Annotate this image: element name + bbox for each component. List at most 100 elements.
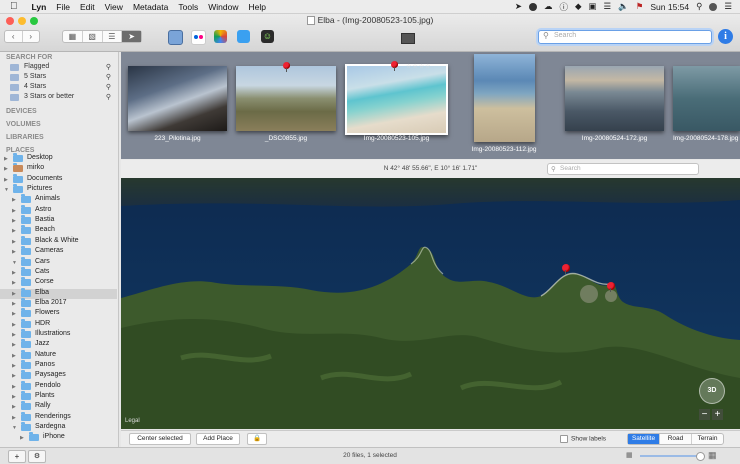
disclosure-closed-icon[interactable]: ▶ (12, 311, 16, 317)
folder-row[interactable]: ▶ Beach (0, 225, 117, 236)
grid-view-button[interactable]: ▦ (63, 31, 83, 42)
map-3d-button[interactable]: 3D (699, 378, 725, 404)
show-labels-checkbox[interactable]: Show labels (560, 435, 606, 443)
disclosure-closed-icon[interactable]: ▶ (12, 280, 16, 286)
rating-stars[interactable]: ☆☆☆☆ (406, 63, 432, 70)
smile-icon[interactable]: ☺ (261, 30, 274, 43)
center-selected-button[interactable]: Center selected (129, 433, 191, 445)
creative-cloud-icon[interactable]: ☁ (544, 1, 553, 12)
thumbnail[interactable] (565, 66, 664, 131)
status-icon[interactable] (528, 2, 537, 11)
folder-row[interactable]: ▼ Pictures (0, 184, 117, 195)
menu-metadata[interactable]: Metadata (133, 2, 168, 12)
folder-row[interactable]: ▶ Cameras (0, 246, 117, 257)
folder-row[interactable]: ▶ Black & White (0, 235, 117, 247)
back-button[interactable]: ‹ (5, 31, 23, 42)
search-icon[interactable]: ⚲ (106, 93, 111, 101)
menu-help[interactable]: Help (248, 2, 265, 12)
disclosure-closed-icon[interactable]: ▶ (12, 394, 16, 400)
wifi-icon[interactable]: ☰ (604, 1, 612, 12)
list-view-button[interactable]: ☰ (103, 31, 123, 42)
satellite-tab[interactable]: Satellite (628, 434, 660, 444)
disclosure-closed-icon[interactable]: ▶ (12, 332, 16, 338)
export-icon[interactable] (168, 30, 183, 45)
search-item-flagged[interactable]: Flagged ⚲ (10, 63, 113, 73)
disclosure-closed-icon[interactable]: ▶ (12, 384, 16, 390)
folder-row[interactable]: ▶ Renderings (0, 411, 117, 423)
menu-view[interactable]: View (105, 2, 123, 12)
disclosure-closed-icon[interactable]: ▶ (12, 239, 16, 245)
menu-file[interactable]: File (56, 2, 70, 12)
folder-row[interactable]: ▶ Desktop (0, 153, 117, 164)
map-view-button[interactable]: ➤ (122, 31, 141, 42)
thumbnail[interactable] (673, 66, 740, 131)
folder-row[interactable]: ▶ Elba 2017 (0, 297, 117, 309)
menu-app[interactable]: Lyn (32, 2, 47, 12)
search-item-3-stars[interactable]: 3 Stars or better ⚲ (10, 93, 113, 103)
disclosure-closed-icon[interactable]: ▶ (12, 373, 16, 379)
disclosure-closed-icon[interactable]: ▶ (12, 197, 16, 203)
disclosure-closed-icon[interactable]: ▶ (12, 353, 16, 359)
disclosure-closed-icon[interactable]: ▶ (12, 228, 16, 234)
dropbox-share-icon[interactable] (237, 30, 250, 43)
thumbnail[interactable] (474, 54, 535, 142)
folder-row[interactable]: ▶ Rally (0, 401, 117, 412)
location-icon[interactable]: ➤ (515, 1, 522, 12)
disclosure-closed-icon[interactable]: ▶ (4, 166, 8, 172)
folder-row[interactable]: ▶ Pendolo (0, 380, 117, 392)
disclosure-closed-icon[interactable]: ▶ (12, 322, 16, 328)
folder-row[interactable]: ▶ iPhone (0, 432, 117, 443)
folder-row[interactable]: ▶ mirko (0, 163, 117, 174)
clock[interactable]: Sun 15:54 (650, 2, 689, 12)
checkbox-icon[interactable] (560, 435, 568, 443)
disclosure-closed-icon[interactable]: ▶ (12, 208, 16, 214)
volumes-header[interactable]: VOLUMES (6, 121, 41, 128)
disclosure-closed-icon[interactable]: ▶ (12, 363, 16, 369)
thumbnail-selected[interactable] (345, 64, 448, 135)
location-pin-icon[interactable] (562, 264, 570, 274)
search-item-4-stars[interactable]: 4 Stars ⚲ (10, 83, 113, 93)
satellite-map[interactable]: Legal 3D − + (121, 178, 740, 429)
road-tab[interactable]: Road (660, 434, 692, 444)
folder-row[interactable]: ▶ Panos (0, 360, 117, 371)
folder-row[interactable]: ▶ Illustrations (0, 328, 117, 340)
volume-icon[interactable]: 🔈 (618, 1, 629, 12)
disclosure-closed-icon[interactable]: ▶ (12, 270, 16, 276)
slider-knob[interactable] (696, 452, 705, 461)
folder-row[interactable]: ▼ Sardegna (0, 422, 117, 433)
location-pin-icon[interactable] (607, 282, 615, 292)
disclosure-closed-icon[interactable]: ▶ (12, 249, 16, 255)
lock-button[interactable]: 🔒 (247, 433, 267, 445)
disclosure-closed-icon[interactable]: ▶ (12, 415, 16, 421)
disclosure-closed-icon[interactable]: ▶ (12, 342, 16, 348)
add-place-button[interactable]: Add Place (196, 433, 240, 445)
devices-header[interactable]: DEVICES (6, 108, 37, 115)
list-icon[interactable]: ☰ (724, 1, 732, 12)
split-view-button[interactable]: ▧ (83, 31, 103, 42)
search-icon[interactable]: ⚲ (106, 83, 111, 91)
slideshow-icon[interactable] (401, 33, 415, 44)
photos-icon[interactable] (214, 30, 227, 43)
info-status-icon[interactable]: ⓘ (559, 1, 568, 13)
thumbnail-size-slider[interactable] (640, 455, 698, 457)
cast-icon[interactable]: ▣ (589, 1, 597, 12)
libraries-header[interactable]: LIBRARIES (6, 134, 44, 141)
folder-row[interactable]: ▶ Nature (0, 349, 117, 361)
zoom-in-button[interactable]: + (712, 409, 723, 420)
user-avatar-icon[interactable] (709, 2, 718, 11)
thumbnail[interactable] (236, 66, 336, 131)
disclosure-open-icon[interactable]: ▼ (12, 260, 17, 266)
disclosure-closed-icon[interactable]: ▶ (12, 301, 16, 307)
search-input[interactable]: ⚲ Search (538, 30, 712, 44)
folder-row[interactable]: ▶ Plants (0, 391, 117, 402)
menu-edit[interactable]: Edit (80, 2, 95, 12)
disclosure-closed-icon[interactable]: ▶ (12, 404, 16, 410)
menu-window[interactable]: Window (208, 2, 238, 12)
disclosure-closed-icon[interactable]: ▶ (12, 291, 16, 297)
folder-row[interactable]: ▶ Elba (0, 287, 117, 299)
search-icon[interactable]: ⚲ (696, 1, 702, 12)
info-button[interactable]: i (718, 29, 733, 44)
disclosure-closed-icon[interactable]: ▶ (4, 177, 8, 183)
legal-link[interactable]: Legal (125, 418, 140, 424)
search-icon[interactable]: ⚲ (106, 63, 111, 71)
